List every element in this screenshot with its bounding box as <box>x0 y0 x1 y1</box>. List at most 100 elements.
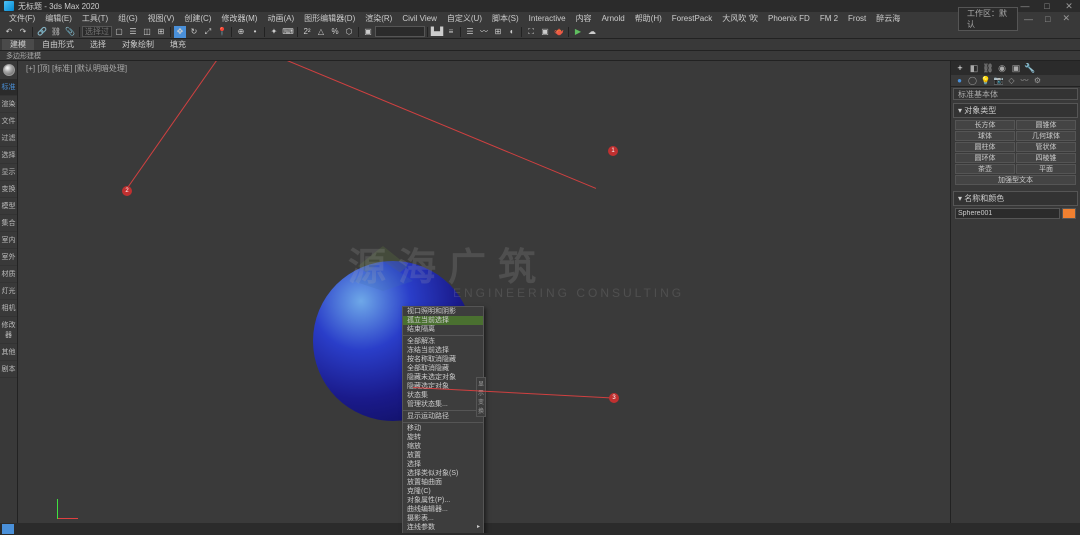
menu-create[interactable]: 创建(C) <box>179 13 216 24</box>
viewport-label[interactable]: [+] [顶] [标准] [默认明暗处理] <box>26 63 127 74</box>
ctx-select[interactable]: 选择 <box>403 460 483 469</box>
btn-textplus[interactable]: 加强型文本 <box>955 175 1076 185</box>
maxscript-button[interactable] <box>2 524 14 534</box>
btn-teapot[interactable]: 茶壶 <box>955 164 1015 174</box>
create-tab[interactable]: + <box>954 63 966 73</box>
menu-customize[interactable]: 自定义(U) <box>442 13 487 24</box>
lights-icon[interactable]: 💡 <box>980 76 991 86</box>
redo-button[interactable]: ↷ <box>17 26 29 38</box>
cameras-icon[interactable]: 📷 <box>993 76 1004 86</box>
ctx-rotate[interactable]: 旋转 <box>403 433 483 442</box>
doc-max-button[interactable]: □ <box>1039 14 1056 24</box>
select-region-button[interactable]: ◫ <box>141 26 153 38</box>
window-crossing-button[interactable]: ⊞ <box>155 26 167 38</box>
doc-min-button[interactable]: — <box>1018 14 1039 24</box>
menu-rendering[interactable]: 渲染(R) <box>360 13 397 24</box>
object-type-header[interactable]: ▾ 对象类型 <box>953 103 1078 118</box>
ctx-move[interactable]: 移动 <box>403 424 483 433</box>
render-setup-button[interactable]: ⛶ <box>525 26 537 38</box>
ctx-unfreeze-all[interactable]: 全部解冻 <box>403 337 483 346</box>
menu-view[interactable]: 视图(V) <box>143 13 180 24</box>
named-selection-input[interactable] <box>375 26 425 37</box>
cloud-button[interactable]: ☁ <box>586 26 598 38</box>
sidebar-tab-filter[interactable]: 过滤 <box>0 130 17 147</box>
object-name-input[interactable] <box>955 208 1060 219</box>
ctx-end-isolate[interactable]: 结束隔离 <box>403 325 483 334</box>
menu-group[interactable]: 组(G) <box>113 13 143 24</box>
undo-button[interactable]: ↶ <box>3 26 15 38</box>
menu-interactive[interactable]: Interactive <box>524 14 571 23</box>
ctx-place-pivot[interactable]: 放置轴曲面 <box>403 478 483 487</box>
modify-tab[interactable]: ◧ <box>968 63 980 73</box>
minimize-button[interactable]: — <box>1018 1 1032 11</box>
menu-help[interactable]: 帮助(H) <box>630 13 667 24</box>
sidebar-tab-script[interactable]: 剧本 <box>0 361 17 378</box>
select-name-button[interactable]: ☰ <box>127 26 139 38</box>
ctx-select-similar[interactable]: 选择类似对象(S) <box>403 469 483 478</box>
sidebar-tab-outdoor[interactable]: 室外 <box>0 249 17 266</box>
sidebar-tab-display[interactable]: 显示 <box>0 164 17 181</box>
ctx-state-sets[interactable]: 状态集 <box>403 391 483 400</box>
ctx-manage-state-sets[interactable]: 管理状态集... <box>403 400 483 409</box>
ctx-unhide-all[interactable]: 全部取消隐藏 <box>403 364 483 373</box>
select-button[interactable]: ▢ <box>113 26 125 38</box>
named-selection-button[interactable]: ▣ <box>362 26 374 38</box>
ctx-dope-sheet[interactable]: 摄影表... <box>403 514 483 523</box>
tab-freeform[interactable]: 自由形式 <box>34 39 82 50</box>
schematic-view-button[interactable]: ⊞ <box>492 26 504 38</box>
place-button[interactable]: 📍 <box>216 26 228 38</box>
tab-populate[interactable]: 填充 <box>162 39 194 50</box>
helpers-icon[interactable]: ◇ <box>1006 76 1017 86</box>
viewport[interactable]: [+] [顶] [标准] [默认明暗处理] 源海广筑 ENGINEERING C… <box>18 61 950 533</box>
sidebar-tab-light[interactable]: 灯光 <box>0 283 17 300</box>
render-frame-button[interactable]: ▣ <box>539 26 551 38</box>
menu-dafengchui[interactable]: 大风吹 '吹 <box>717 13 763 24</box>
display-tab[interactable]: ▣ <box>1010 63 1022 73</box>
menu-tools[interactable]: 工具(T) <box>77 13 113 24</box>
doc-close-button[interactable]: ✕ <box>1056 13 1076 24</box>
menu-frost[interactable]: Frost <box>843 14 871 23</box>
ctx-place[interactable]: 放置 <box>403 451 483 460</box>
btn-pyramid[interactable]: 四棱锥 <box>1016 153 1076 163</box>
unlink-button[interactable]: ⛓ <box>50 26 62 38</box>
btn-cone[interactable]: 圆锥体 <box>1016 120 1076 130</box>
btn-sphere[interactable]: 球体 <box>955 131 1015 141</box>
menu-file[interactable]: 文件(F) <box>4 13 40 24</box>
render-button[interactable]: 🫖 <box>553 26 565 38</box>
workspace-selector[interactable]: 工作区：默认 <box>958 7 1018 31</box>
align-button[interactable]: ≡ <box>445 26 457 38</box>
menu-phoenix[interactable]: Phoenix FD <box>763 14 815 23</box>
snap-button[interactable]: 2² <box>301 26 313 38</box>
menu-modifiers[interactable]: 修改器(M) <box>216 13 262 24</box>
curve-editor-button[interactable]: 〰 <box>478 26 490 38</box>
hierarchy-tab[interactable]: ⛓ <box>982 63 994 73</box>
btn-box[interactable]: 长方体 <box>955 120 1015 130</box>
object-color-swatch[interactable] <box>1062 208 1076 219</box>
spacewarps-icon[interactable]: 〰 <box>1019 76 1030 86</box>
ctx-freeze-selection[interactable]: 冻结当前选择 <box>403 346 483 355</box>
ctx-viewport-lighting[interactable]: 视口照明和阴影 <box>403 307 483 316</box>
move-button[interactable]: ✥ <box>174 26 186 38</box>
open-online-button[interactable]: ▶ <box>572 26 584 38</box>
layers-button[interactable]: ☰ <box>464 26 476 38</box>
sphere-primitive-icon[interactable] <box>0 61 18 79</box>
menu-scripting[interactable]: 脚本(S) <box>487 13 524 24</box>
menu-arnold[interactable]: Arnold <box>597 14 630 23</box>
manipulate-button[interactable]: ✦ <box>268 26 280 38</box>
menu-zuiyunhai[interactable]: 醉云海 <box>871 13 905 24</box>
ctx-wire-params[interactable]: 连线参数 <box>403 523 483 532</box>
ctx-clone[interactable]: 克隆(C) <box>403 487 483 496</box>
material-editor-button[interactable]: ◐ <box>506 26 518 38</box>
shapes-icon[interactable]: ◯ <box>967 76 978 86</box>
sidebar-tab-camera[interactable]: 相机 <box>0 300 17 317</box>
rotate-button[interactable]: ↻ <box>188 26 200 38</box>
btn-torus[interactable]: 圆环体 <box>955 153 1015 163</box>
systems-icon[interactable]: ⚙ <box>1032 76 1043 86</box>
menu-animation[interactable]: 动画(A) <box>262 13 299 24</box>
ctx-show-motion[interactable]: 显示运动路径 <box>403 412 483 421</box>
link-button[interactable]: 🔗 <box>36 26 48 38</box>
sidebar-tab-other[interactable]: 其他 <box>0 344 17 361</box>
angle-snap-button[interactable]: △ <box>315 26 327 38</box>
sidebar-tab-indoor[interactable]: 室内 <box>0 232 17 249</box>
motion-tab[interactable]: ◉ <box>996 63 1008 73</box>
